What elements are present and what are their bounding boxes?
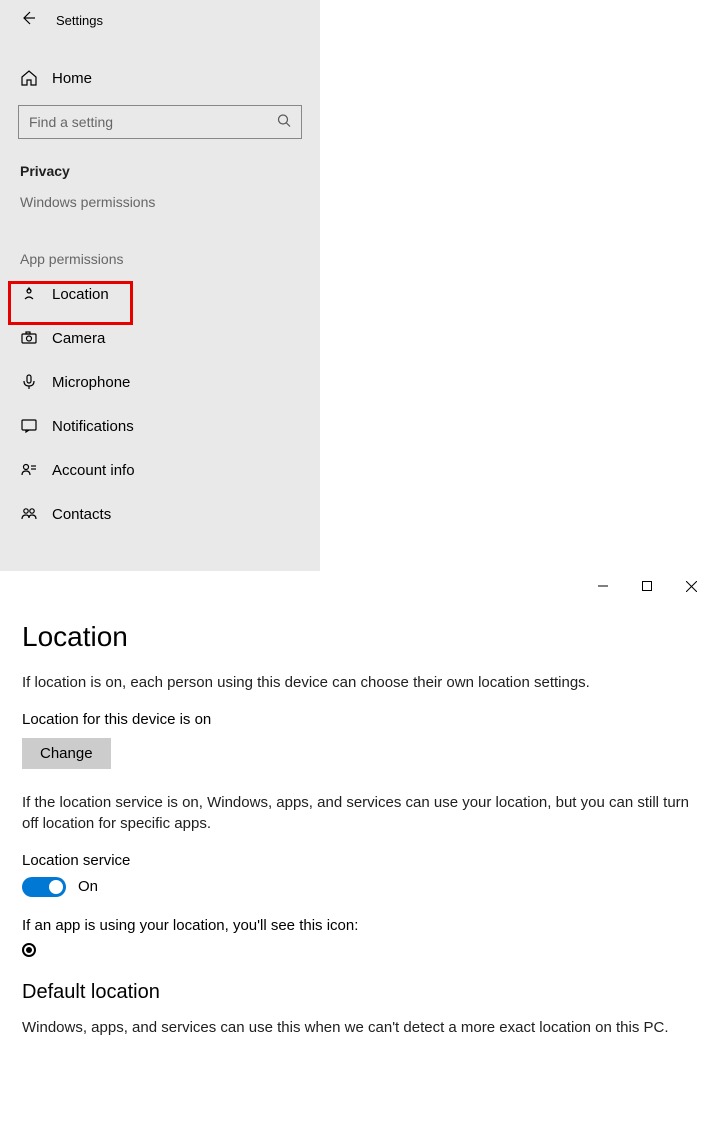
device-status: Location for this device is on [22, 711, 697, 728]
sidebar-item-label: Microphone [52, 374, 130, 391]
back-icon[interactable] [20, 10, 36, 31]
camera-icon [20, 329, 38, 347]
section-windows-permissions[interactable]: Windows permissions [0, 184, 320, 215]
sidebar-home[interactable]: Home [0, 59, 320, 97]
location-service-toggle[interactable] [22, 877, 66, 897]
sidebar-item-label: Location [52, 286, 109, 303]
notifications-icon [20, 417, 38, 435]
sidebar-item-label: Contacts [52, 506, 111, 523]
sidebar-item-microphone[interactable]: Microphone [0, 360, 320, 404]
home-label: Home [52, 70, 92, 87]
intro-text: If location is on, each person using thi… [22, 673, 697, 693]
contacts-icon [20, 505, 38, 523]
microphone-icon [20, 373, 38, 391]
main-panel: Location If location is on, each person … [0, 571, 719, 1142]
sidebar-item-location[interactable]: Location [0, 272, 320, 316]
usage-line: If an app is using your location, you'll… [22, 917, 697, 934]
sidebar-item-notifications[interactable]: Notifications [0, 404, 320, 448]
sidebar: Settings Home Privacy Windows permission… [0, 0, 320, 571]
account-info-icon [20, 461, 38, 479]
page-heading: Location [22, 621, 697, 653]
maximize-button[interactable] [625, 571, 669, 601]
sidebar-item-label: Notifications [52, 418, 134, 435]
window-title: Settings [56, 13, 103, 28]
search-input[interactable] [19, 114, 301, 130]
section-privacy: Privacy [0, 153, 320, 184]
default-location-desc: Windows, apps, and services can use this… [22, 1018, 697, 1038]
location-icon [20, 285, 38, 303]
sidebar-item-camera[interactable]: Camera [0, 316, 320, 360]
section-app-permissions: App permissions [0, 241, 320, 272]
close-button[interactable] [669, 571, 713, 601]
search-icon [277, 114, 291, 131]
sidebar-item-label: Camera [52, 330, 105, 347]
minimize-button[interactable] [581, 571, 625, 601]
toggle-state: On [78, 878, 98, 895]
service-label: Location service [22, 852, 697, 869]
change-button[interactable]: Change [22, 738, 111, 769]
location-usage-icon [22, 943, 36, 957]
default-location-heading: Default location [22, 981, 697, 1004]
sidebar-item-label: Account info [52, 462, 135, 479]
service-description: If the location service is on, Windows, … [22, 793, 697, 834]
titlebar-left: Settings [0, 0, 320, 39]
home-icon [20, 69, 38, 87]
search-input-wrap[interactable] [18, 105, 302, 139]
sidebar-item-contacts[interactable]: Contacts [0, 492, 320, 536]
sidebar-item-account-info[interactable]: Account info [0, 448, 320, 492]
window-controls [581, 571, 713, 601]
